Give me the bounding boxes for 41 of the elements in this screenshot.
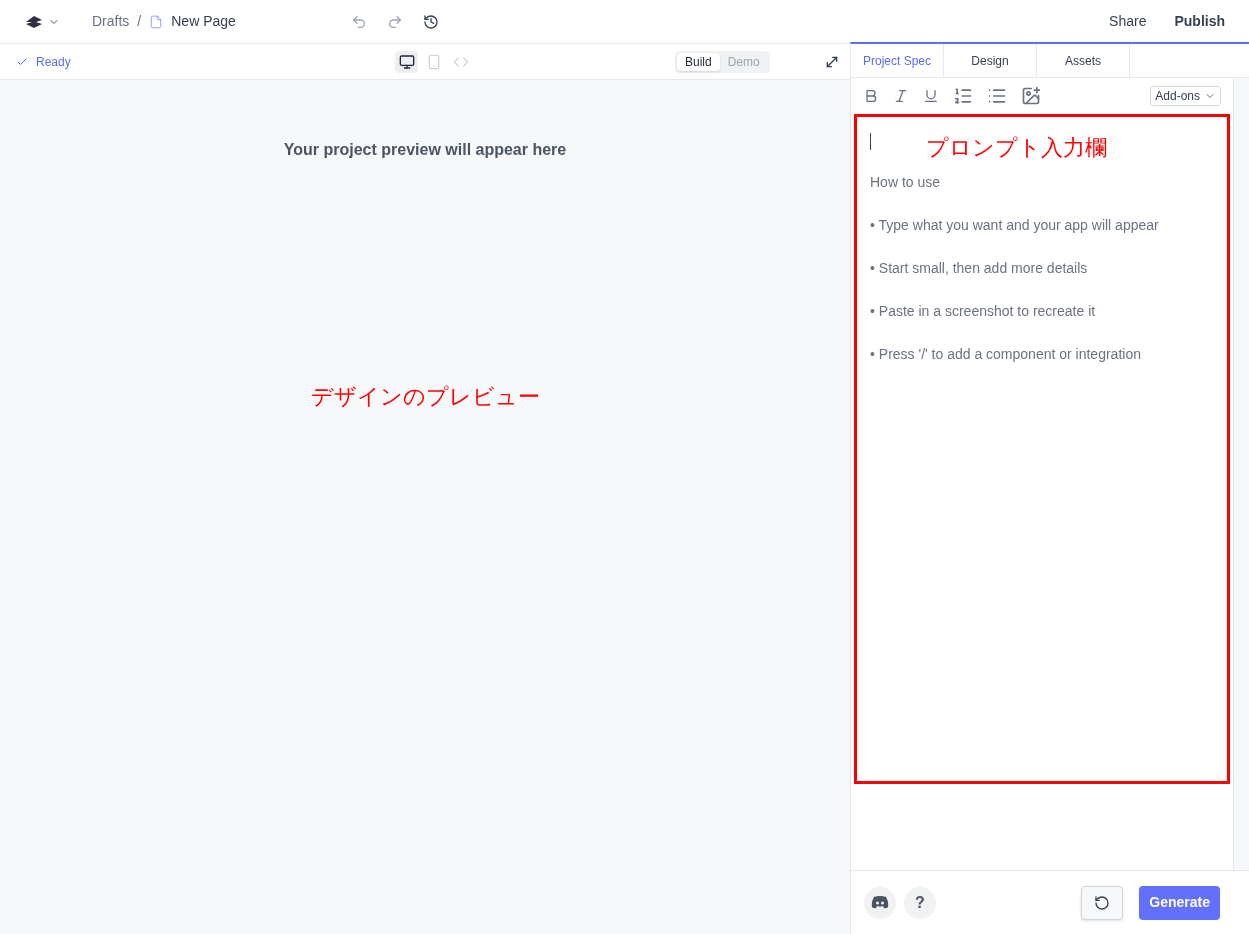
bold-icon[interactable] bbox=[863, 88, 879, 104]
discord-button[interactable] bbox=[864, 886, 896, 919]
preview-message: Your project preview will appear here bbox=[283, 140, 567, 160]
bullet-list-icon[interactable] bbox=[987, 86, 1007, 106]
generate-button[interactable]: Generate bbox=[1139, 885, 1220, 920]
annotation-label: デザインのプレビュー bbox=[310, 383, 540, 411]
editor-tip: • Type what you want and your app will appear bbox=[870, 216, 1160, 235]
editor-tip: • Start small, then add more details bbox=[870, 259, 1089, 278]
mode-toggle[interactable]: Build bbox=[677, 52, 720, 71]
breadcrumb-separator: / bbox=[137, 12, 142, 31]
logo-menu[interactable] bbox=[24, 14, 60, 29]
numbered-list-icon[interactable] bbox=[953, 86, 973, 106]
italic-icon[interactable] bbox=[893, 88, 909, 104]
chat-bot-icon bbox=[871, 896, 889, 909]
page-icon bbox=[149, 13, 164, 30]
panel-tab[interactable]: Assets bbox=[1037, 44, 1130, 77]
desktop-view-button[interactable] bbox=[395, 50, 418, 73]
share-button[interactable]: Share bbox=[1109, 11, 1147, 32]
history-icon[interactable] bbox=[422, 13, 439, 30]
status-label: Ready bbox=[36, 53, 71, 71]
editor-heading: How to use bbox=[870, 173, 942, 192]
add-image-icon[interactable] bbox=[1021, 86, 1041, 106]
logo-icon bbox=[24, 14, 44, 29]
publish-button[interactable]: Publish bbox=[1174, 11, 1225, 32]
scrollbar-track[interactable] bbox=[1233, 78, 1249, 870]
text-cursor bbox=[870, 133, 871, 150]
prompt-editor[interactable]: プロンプト入力欄 How to use • Type what you want and your app will appear • Start small, then add more details • Paste in a screenshot to recreate it • Press '/' to add a component or integration bbox=[854, 114, 1230, 784]
page-title: New Page bbox=[171, 12, 236, 31]
addons-dropdown[interactable]: Add-ons bbox=[1150, 86, 1221, 106]
editor-tip: • Press '/' to add a component or integration bbox=[870, 345, 1142, 364]
undo-icon[interactable] bbox=[350, 13, 367, 30]
panel-tab[interactable]: Design bbox=[944, 44, 1037, 77]
reset-icon bbox=[1094, 894, 1111, 911]
monitor-icon bbox=[398, 53, 415, 70]
underline-icon[interactable] bbox=[923, 88, 939, 104]
breadcrumb-link[interactable]: Drafts bbox=[92, 11, 130, 32]
editor-tip: • Paste in a screenshot to recreate it bbox=[870, 302, 1097, 321]
help-button[interactable]: ? bbox=[904, 886, 936, 919]
reset-button[interactable] bbox=[1081, 885, 1124, 920]
redo-icon[interactable] bbox=[386, 13, 403, 30]
annotation-label: プロンプト入力欄 bbox=[926, 134, 1107, 162]
